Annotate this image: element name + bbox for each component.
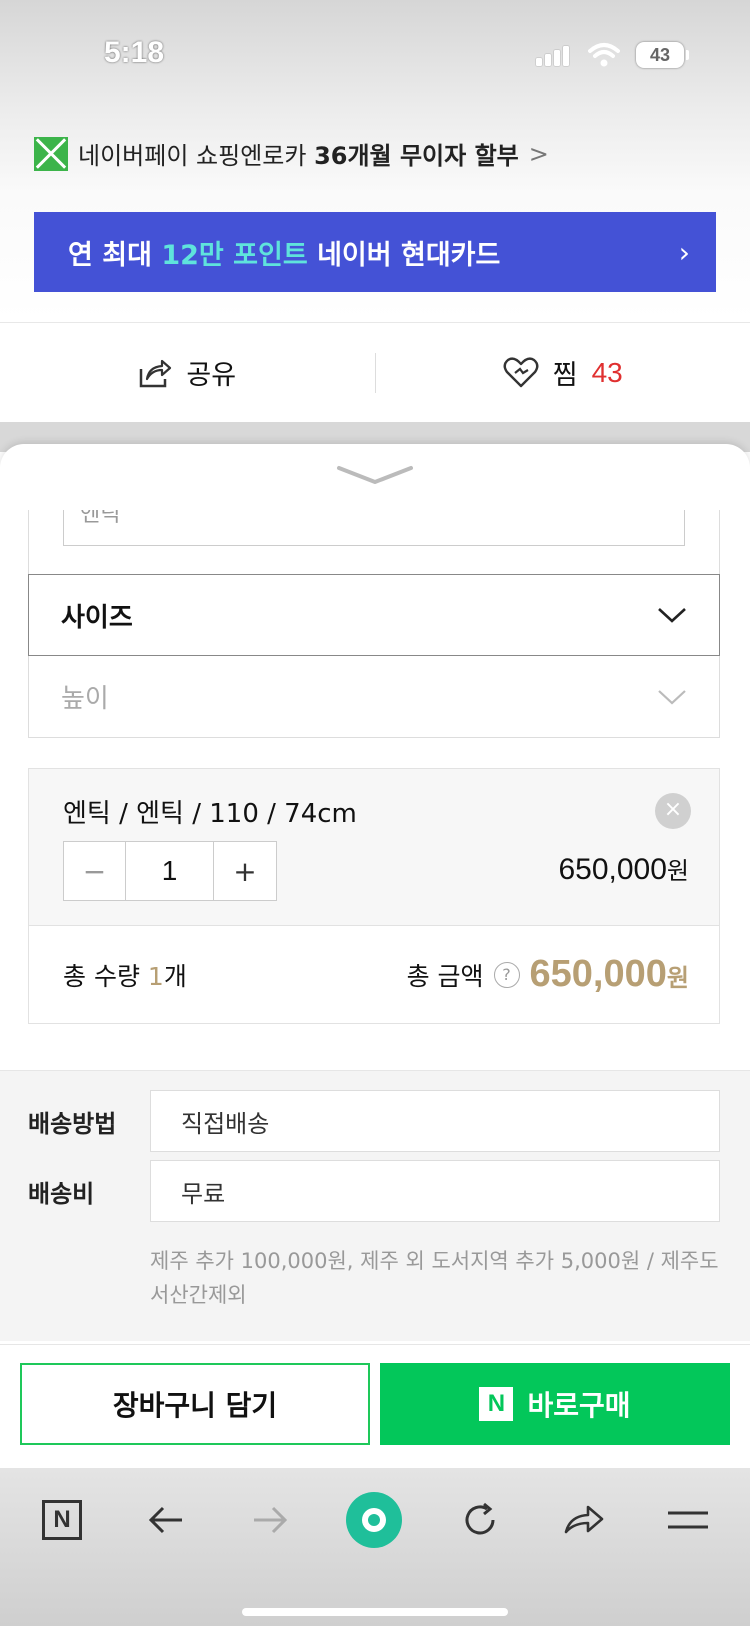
option-input[interactable]: 엔틱 [63,510,685,546]
selected-option-card: 엔틱 / 엔틱 / 110 / 74cm × − 1 + 650,000원 [28,768,720,926]
wifi-icon [588,43,620,67]
green-dot-button[interactable] [342,1488,406,1552]
total-quantity: 총 수량 1개 [63,961,187,991]
browser-toolbar: N [0,1468,750,1626]
option-price: 650,000원 [558,853,689,886]
cellular-signal-icon [536,46,569,66]
naver-home-button[interactable]: N [32,1490,92,1550]
share-icon [140,359,172,387]
promo-text: 네이버페이 쇼핑엔로카 36개월 무이자 할부 [78,142,519,170]
chevron-right-icon: › [678,235,690,269]
npay-logo-icon [34,136,68,171]
shipping-fee-value: 무료 [150,1160,720,1222]
battery-icon: 43 [636,42,689,68]
naver-n-icon: N [42,1500,82,1540]
menu-button[interactable] [658,1490,718,1550]
arrow-left-icon [148,1506,182,1534]
shipping-method-value: 직접배송 [150,1090,720,1152]
card-banner[interactable]: 연 최대 12만 포인트 네이버 현대카드 › [34,212,716,292]
share-arrow-icon [564,1505,604,1534]
share-button[interactable]: 공유 [0,353,375,392]
height-select[interactable]: 높이 [28,656,720,738]
banner-suffix: 네이버 현대카드 [307,239,501,271]
shipping-note: 제주 추가 100,000원, 제주 외 도서지역 추가 5,000원 / 제주… [150,1249,719,1307]
naver-n-icon: N [479,1387,514,1421]
height-select-label: 높이 [61,684,109,714]
banner-highlight: 12만 포인트 [161,239,308,271]
action-row: 공유 찜 43 [0,322,750,422]
refresh-button[interactable] [450,1490,510,1550]
quantity-stepper: − 1 + [63,841,277,901]
status-bar: 5:18 43 [0,0,750,110]
arrow-right-icon [254,1506,288,1534]
chevron-down-icon [658,608,686,623]
total-amount: 650,000원 [529,953,689,995]
home-indicator [242,1608,508,1616]
help-icon[interactable]: ? [493,961,520,988]
shipping-fee-label: 배송비 [28,1179,95,1208]
heart-icon [503,356,539,387]
selected-option-name: 엔틱 / 엔틱 / 110 / 74cm [63,799,357,829]
purchase-buttons: 장바구니 담기 N 바로구매 [0,1344,750,1468]
shipping-method-label: 배송방법 [28,1109,117,1138]
clock: 5:18 [104,36,165,69]
size-select[interactable]: 사이즈 [28,574,720,656]
wish-label: 찜 [552,360,578,391]
increase-quantity-button[interactable]: + [214,842,276,900]
purchase-sheet: 엔틱 사이즈 높이 엔틱 / 엔틱 / 110 / 74cm × − 1 + 6… [0,444,750,1482]
shipping-method-row: 배송방법 직접배송 [28,1090,720,1152]
collapse-handle-icon[interactable] [335,462,415,490]
chevron-right-icon: > [528,139,549,168]
wish-button[interactable]: 찜 43 [376,353,750,392]
green-dot-icon [346,1492,402,1548]
forward-button[interactable] [240,1490,300,1550]
menu-icon [668,1511,708,1529]
wish-count: 43 [591,356,623,388]
banner-prefix: 연 최대 [68,239,162,271]
remove-option-button[interactable]: × [655,793,691,829]
add-to-cart-button[interactable]: 장바구니 담기 [20,1363,370,1445]
shipping-fee-row: 배송비 무료 [28,1160,720,1222]
buy-now-label: 바로구매 [527,1389,631,1422]
back-button[interactable] [136,1490,196,1550]
share-page-button[interactable] [554,1490,614,1550]
share-label: 공유 [186,360,237,391]
chevron-down-icon [658,689,686,704]
quantity-input[interactable]: 1 [126,842,214,900]
refresh-icon [465,1502,495,1535]
decrease-quantity-button[interactable]: − [64,842,126,900]
total-amount-label: 총 금액 [406,961,484,991]
buy-now-button[interactable]: N 바로구매 [380,1363,730,1445]
total-summary: 총 수량 1개 총 금액 ? 650,000원 [28,926,720,1024]
npay-promo[interactable]: 네이버페이 쇼핑엔로카 36개월 무이자 할부 > [34,136,549,171]
size-select-label: 사이즈 [61,602,133,633]
